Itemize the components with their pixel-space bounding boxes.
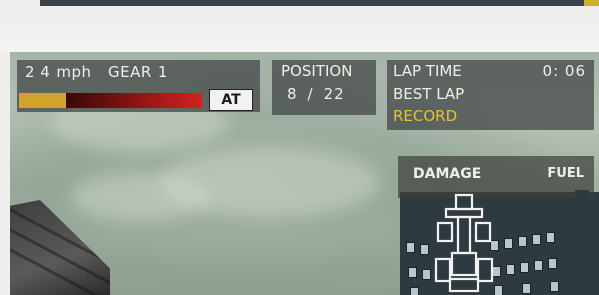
grandstand-stripe	[10, 248, 110, 295]
position-panel: POSITION 8 / 22	[272, 60, 376, 115]
best-lap-label: BEST LAP	[393, 85, 465, 103]
position-total: 22	[323, 85, 345, 103]
building-window	[546, 232, 555, 243]
building-window	[534, 260, 543, 271]
header-dark-bar	[40, 0, 585, 6]
fuel-label: FUEL	[547, 166, 584, 181]
transmission-badge: AT	[209, 89, 253, 111]
building-window	[522, 283, 531, 294]
building-right	[400, 192, 599, 295]
fuel-gauge	[575, 190, 589, 290]
position-label: POSITION	[281, 62, 353, 80]
building-window	[520, 262, 529, 273]
building-window	[406, 242, 415, 253]
record-label: RECORD	[393, 107, 458, 125]
position-current: 8	[287, 85, 298, 103]
lap-time-value: 0: 06	[542, 62, 586, 80]
position-value: 8 / 22	[287, 85, 355, 103]
building-window	[548, 258, 557, 269]
building-window	[504, 238, 513, 249]
page-margin	[0, 52, 10, 295]
header-yellow-tab	[584, 0, 599, 6]
car-damage-icon	[434, 193, 494, 293]
speed-gear-panel: 2 4 mph GEAR 1 AT	[17, 60, 260, 112]
building-window	[550, 281, 559, 292]
lap-time-panel: LAP TIME 0: 06 BEST LAP RECORD	[387, 60, 594, 130]
position-separator: /	[307, 85, 314, 103]
rev-meter	[19, 93, 202, 108]
speed-value: 2 4	[25, 63, 51, 81]
rev-meter-fill-low	[19, 93, 66, 108]
building-window	[410, 287, 419, 295]
speed-unit: mph	[56, 63, 92, 81]
building-window	[408, 267, 417, 278]
gear-value: 1	[157, 63, 168, 81]
gear-label: GEAR	[108, 63, 152, 81]
building-window	[422, 269, 431, 280]
damage-fuel-panel: DAMAGE FUEL	[398, 156, 594, 198]
speed-readout: 2 4 mph GEAR 1	[25, 63, 174, 81]
rev-meter-fill-high	[66, 93, 202, 108]
magazine-page-header	[0, 0, 599, 52]
building-window	[532, 234, 541, 245]
building-window	[420, 244, 429, 255]
sky-cloud	[70, 172, 210, 222]
damage-label: DAMAGE	[413, 166, 482, 182]
lap-time-label: LAP TIME	[393, 62, 462, 80]
building-window	[518, 236, 527, 247]
building-window	[506, 264, 515, 275]
